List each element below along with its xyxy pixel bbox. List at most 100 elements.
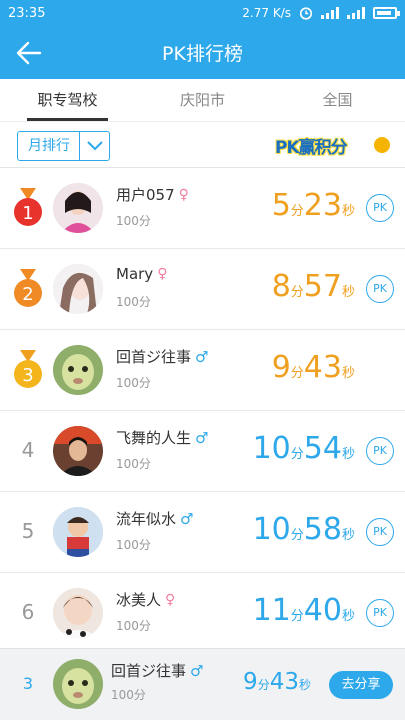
seconds-unit: 秒 [341,447,355,462]
seconds-unit: 秒 [341,204,355,219]
time-seconds: 23 [303,188,342,223]
user-score: 100分 [116,376,151,390]
svg-text:2: 2 [22,284,33,305]
silver-medal-icon: 2 [14,269,42,307]
gold-medal-icon: 1 [14,188,42,226]
best-time: 8分57秒 [272,269,355,304]
time-minutes: 5 [271,188,291,223]
avatar [53,426,103,476]
male-icon: ♂ [190,661,204,680]
status-icons: 2.77 K/s [242,6,400,20]
female-icon: ♀ [157,266,168,282]
best-time: 5分23秒 [272,188,355,223]
tab-school[interactable]: 职专驾校 [0,79,135,121]
time-minutes: 8 [271,269,291,304]
ranking-row[interactable]: 2 Mary ♀ 100分 8分57秒 PK [0,249,405,330]
tab-national[interactable]: 全国 [270,79,405,121]
signal-icon [321,7,339,19]
seconds-unit: 秒 [341,609,355,624]
time-minutes: 10 [252,431,291,466]
minutes-unit: 分 [290,285,304,300]
my-score: 100分 [111,688,146,702]
ranking-row[interactable]: 6 冰美人 ♀ 100分 11分40秒 PK [0,573,405,654]
title-bar: PK排行榜 [0,26,405,79]
time-seconds: 57 [303,269,342,304]
minutes-unit: 分 [290,528,304,543]
user-name-text: Mary [116,265,154,283]
sort-dropdown[interactable]: 月排行 [17,131,110,161]
tab-bar: 职专驾校 庆阳市 全国 [0,79,405,121]
avatar [53,345,103,395]
minutes-unit: 分 [290,609,304,624]
ranking-row[interactable]: 3 回首ジ往事 ♂ 100分 9分43秒 [0,330,405,411]
time-seconds: 54 [303,431,342,466]
user-score: 100分 [116,295,151,309]
ranking-row[interactable]: 4 飞舞的人生 ♂ 100分 10分54秒 PK [0,411,405,492]
battery-icon [373,7,400,19]
minutes-unit: 分 [257,678,270,692]
time-seconds: 43 [303,350,342,385]
ranking-row[interactable]: 1 用户057 ♀ 100分 5分23秒 PK [0,168,405,249]
best-time: 10分54秒 [253,431,355,466]
male-icon: ♂ [180,509,194,528]
rank-number: 4 [21,438,35,462]
time-seconds: 43 [269,669,299,695]
filter-bar: 月排行 PK赢积分 [0,121,405,168]
time-minutes: 9 [271,350,291,385]
svg-text:3: 3 [22,365,33,386]
rank-number: 5 [21,519,35,543]
rank-number: 6 [21,600,35,624]
user-score: 100分 [116,538,151,552]
pk-banner-text: PK赢积分 [275,138,348,158]
pk-button[interactable]: PK [366,518,394,546]
coin-icon [374,137,390,153]
user-name-text: 用户057 [116,186,175,204]
minutes-unit: 分 [290,366,304,381]
user-name: 飞舞的人生 ♂ [116,427,208,448]
female-icon: ♀ [178,186,189,203]
avatar [53,183,103,233]
male-icon: ♂ [195,428,209,447]
pk-button[interactable]: PK [366,437,394,465]
best-time: 9分43秒 [272,350,355,385]
back-arrow-icon[interactable] [14,38,44,68]
male-icon: ♂ [195,347,209,366]
ranking-row[interactable]: 5 流年似水 ♂ 100分 10分58秒 PK [0,492,405,573]
my-best-time: 9分43秒 [243,669,311,695]
user-score: 100分 [116,457,151,471]
status-time: 23:35 [8,5,46,21]
avatar [53,507,103,557]
share-button[interactable]: 去分享 [329,671,393,699]
svg-text:1: 1 [22,203,33,224]
my-user-name: 回首ジ往事 ♂ [111,660,203,681]
minutes-unit: 分 [290,447,304,462]
seconds-unit: 秒 [341,366,355,381]
status-bar: 23:35 2.77 K/s [0,0,405,26]
network-speed: 2.77 K/s [242,6,291,20]
alarm-icon [299,7,313,20]
user-name: Mary ♀ [116,265,167,283]
pk-button[interactable]: PK [366,275,394,303]
time-minutes: 9 [243,669,258,695]
user-name: 流年似水 ♂ [116,508,193,529]
time-seconds: 58 [303,512,342,547]
best-time: 11分40秒 [253,593,355,628]
user-name-text: 冰美人 [116,591,162,609]
avatar [53,264,103,314]
user-name-text: 飞舞的人生 [116,429,192,447]
best-time: 10分58秒 [253,512,355,547]
time-minutes: 11 [252,593,291,628]
pk-button[interactable]: PK [366,599,394,627]
user-name: 用户057 ♀ [116,184,189,205]
my-ranking-bar: 3 回首ジ往事 ♂ 100分 9分43秒 去分享 [0,648,405,720]
signal-2-icon [347,7,365,19]
seconds-unit: 秒 [341,285,355,300]
tab-city[interactable]: 庆阳市 [135,79,270,121]
user-name: 回首ジ往事 ♂ [116,346,208,367]
seconds-unit: 秒 [341,528,355,543]
pk-points-banner[interactable]: PK赢积分 [270,130,394,162]
minutes-unit: 分 [290,204,304,219]
pk-button[interactable]: PK [366,194,394,222]
time-seconds: 40 [303,593,342,628]
bronze-medal-icon: 3 [14,350,42,388]
